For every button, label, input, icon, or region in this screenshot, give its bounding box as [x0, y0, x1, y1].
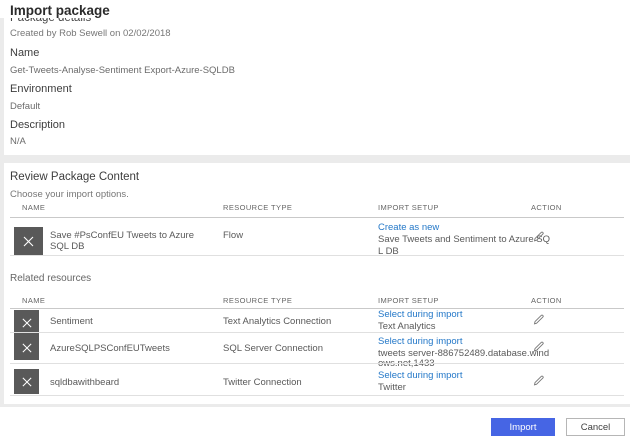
table-header-divider — [10, 308, 624, 309]
pencil-icon[interactable] — [532, 373, 545, 386]
x-placeholder-icon — [14, 227, 43, 256]
column-header-action: ACTION — [531, 203, 562, 212]
setup-description-line: Save Tweets and Sentiment to Azure SQ — [378, 234, 524, 245]
column-header-resource-type: RESOURCE TYPE — [223, 296, 292, 305]
description-field-value: N/A — [10, 136, 26, 147]
select-during-import-link[interactable]: Select during import — [378, 370, 462, 381]
resource-name: Sentiment — [50, 316, 215, 327]
pencil-icon[interactable] — [532, 312, 545, 325]
resource-name: sqldbawithbeard — [50, 377, 215, 388]
review-package-card: Review Package Content Choose your impor… — [4, 163, 630, 404]
created-by-text: Created by Rob Sewell on 02/02/2018 — [10, 28, 171, 39]
content-region: Package details Created by Rob Sewell on… — [0, 18, 630, 407]
table-header-divider — [10, 217, 624, 218]
import-package-page: Import package Package details Created b… — [0, 0, 630, 442]
resource-type: SQL Server Connection — [223, 343, 373, 354]
row-divider — [10, 332, 624, 333]
page-title: Import package — [10, 3, 110, 18]
resource-name: AzureSQLPSConfEUTweets — [50, 343, 215, 354]
row-divider — [10, 395, 624, 396]
column-header-resource-type: RESOURCE TYPE — [223, 203, 292, 212]
pencil-icon[interactable] — [532, 339, 545, 352]
select-during-import-link[interactable]: Select during import — [378, 336, 462, 347]
package-details-card: Package details Created by Rob Sewell on… — [4, 18, 630, 155]
import-button[interactable]: Import — [491, 418, 555, 436]
column-header-name: NAME — [22, 296, 45, 305]
name-field-label: Name — [10, 47, 39, 59]
review-content-heading: Review Package Content — [10, 171, 139, 183]
column-header-import-setup: IMPORT SETUP — [378, 203, 439, 212]
cancel-button[interactable]: Cancel — [566, 418, 625, 436]
resource-type: Flow — [223, 230, 373, 241]
x-placeholder-icon — [14, 369, 39, 394]
x-placeholder-icon — [14, 335, 39, 360]
package-details-heading: Package details — [10, 18, 91, 24]
column-header-import-setup: IMPORT SETUP — [378, 296, 439, 305]
create-as-new-link[interactable]: Create as new — [378, 222, 439, 233]
column-header-name: NAME — [22, 203, 45, 212]
environment-field-value: Default — [10, 101, 40, 112]
select-during-import-link[interactable]: Select during import — [378, 309, 462, 320]
resource-name: Save #PsConfEU Tweets to Azure SQL DB — [50, 230, 215, 252]
environment-field-label: Environment — [10, 83, 72, 95]
resource-type: Twitter Connection — [223, 377, 373, 388]
setup-description-line: Twitter — [378, 382, 524, 393]
related-resources-heading: Related resources — [10, 273, 91, 284]
name-field-value: Get-Tweets-Analyse-Sentiment Export-Azur… — [10, 65, 235, 76]
resource-type: Text Analytics Connection — [223, 316, 373, 327]
column-header-action: ACTION — [531, 296, 562, 305]
import-options-subheading: Choose your import options. — [10, 189, 129, 200]
row-divider — [10, 363, 624, 364]
row-divider — [10, 255, 624, 256]
setup-description-line: Text Analytics — [378, 321, 524, 332]
pencil-icon[interactable] — [532, 229, 545, 242]
description-field-label: Description — [10, 119, 65, 131]
